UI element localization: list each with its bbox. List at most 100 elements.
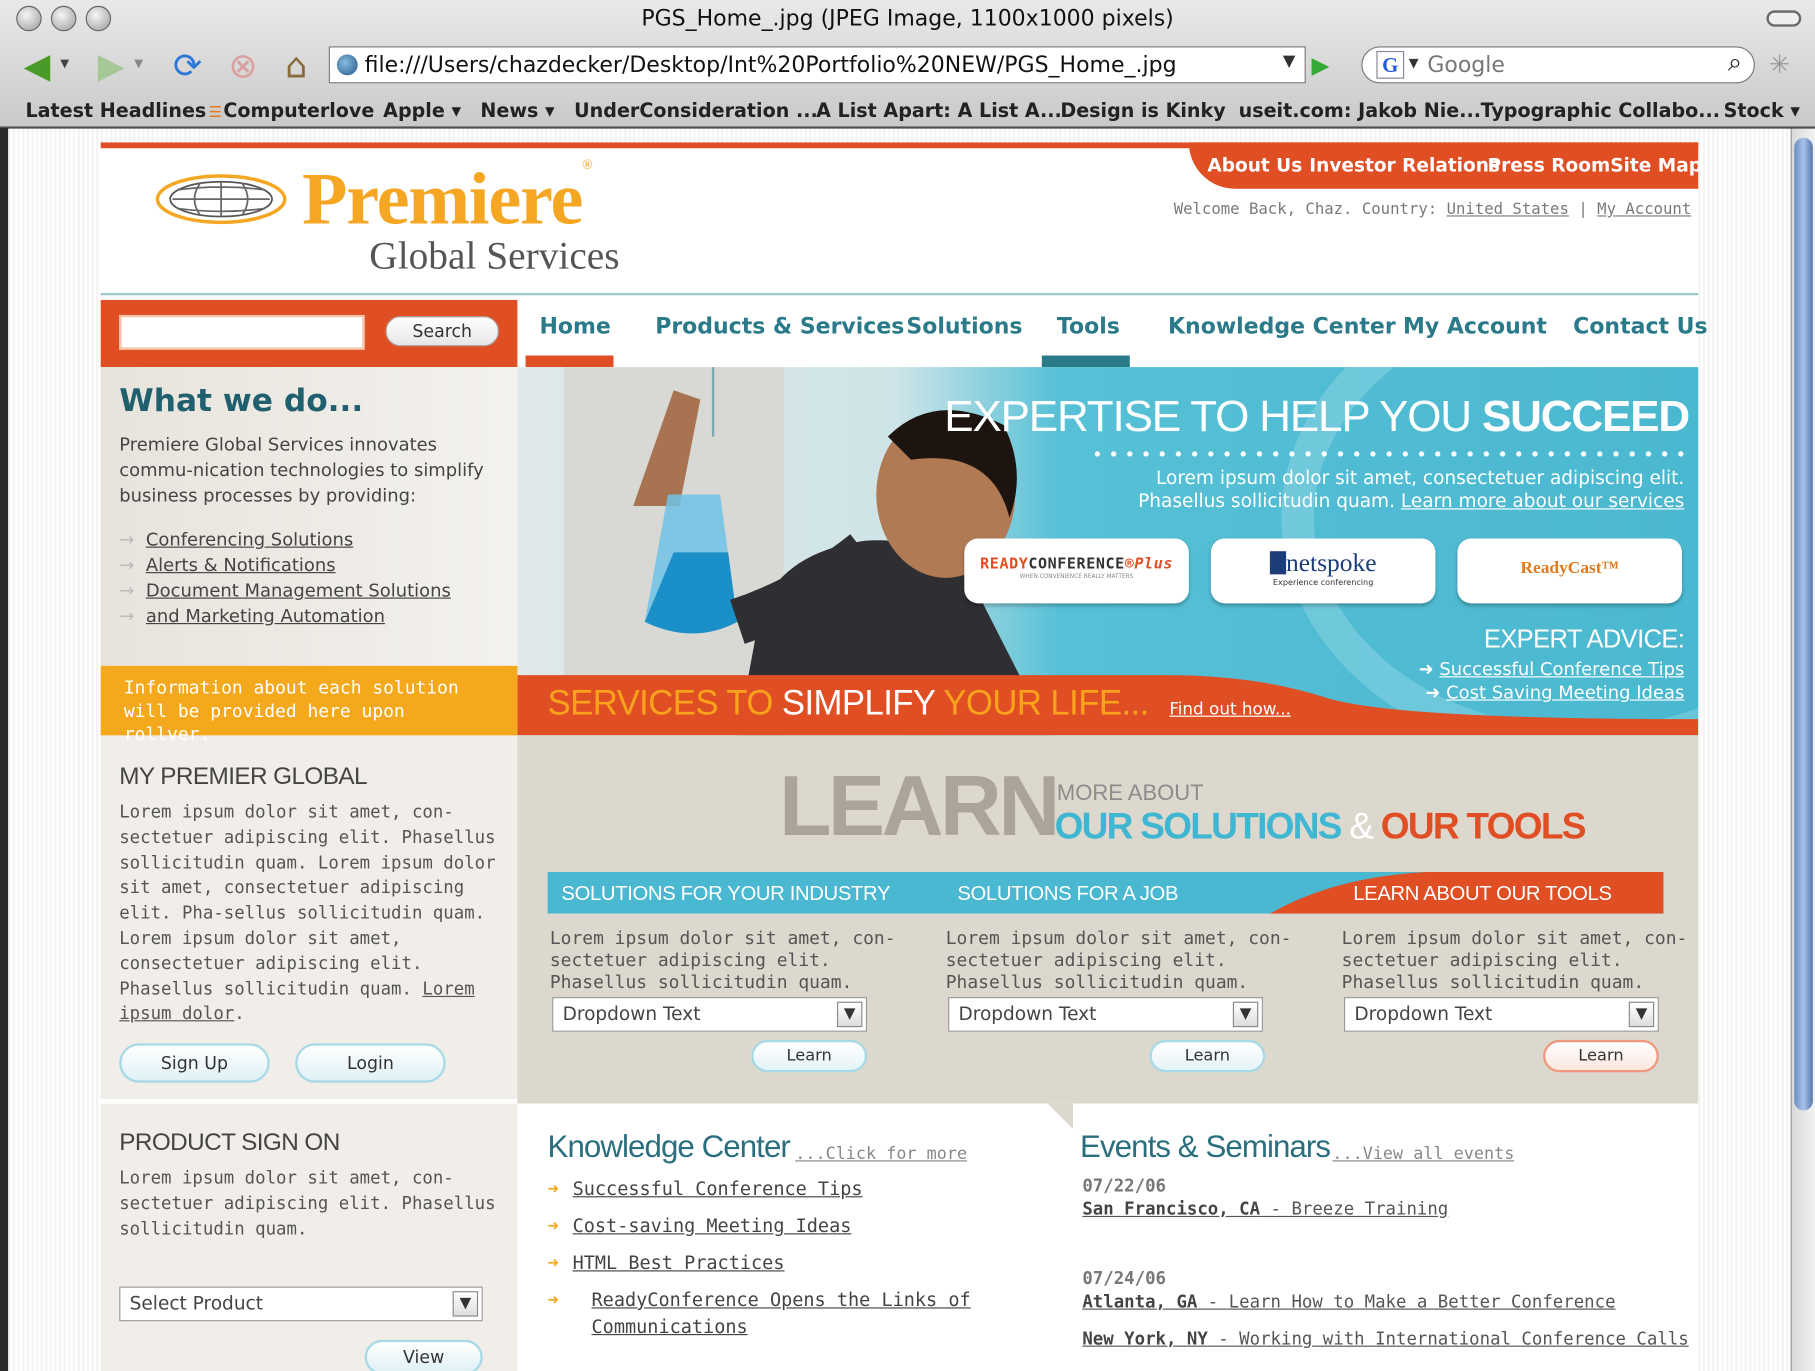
- bookmark-item[interactable]: Latest Headlines ☰: [25, 100, 222, 122]
- job-dropdown[interactable]: Dropdown Text ▼: [948, 997, 1263, 1032]
- tools-dropdown[interactable]: Dropdown Text ▼: [1343, 997, 1659, 1032]
- engine-chevron-icon[interactable]: ▼: [1409, 56, 1419, 71]
- kc-article-link[interactable]: ➜ Cost-saving Meeting Ideas: [548, 1212, 852, 1239]
- what-we-do-panel: What we do... Premiere Global Services i…: [100, 367, 518, 666]
- util-link-about[interactable]: About Us: [1207, 154, 1302, 176]
- readycast-logo: ReadyCast™: [1520, 559, 1619, 578]
- back-arrow-icon[interactable]: ◀: [14, 43, 60, 89]
- address-history-chevron-icon[interactable]: ▼: [1283, 52, 1295, 71]
- nav-contact[interactable]: Contact Us: [1573, 314, 1707, 339]
- bookmark-item[interactable]: useit.com: Jakob Nie...: [1239, 100, 1481, 122]
- brand-readyconference[interactable]: READYCONFERENCE®Plus WHEN CONVENIENCE RE…: [964, 538, 1189, 604]
- hero-learn-more-link[interactable]: Learn more about our services: [1401, 490, 1684, 512]
- expert-advice-title: EXPERT ADVICE:: [1483, 624, 1685, 654]
- hero-banner: EXPERTISE TO HELP YOU SUCCEED Lorem ipsu…: [517, 367, 1699, 736]
- reload-icon[interactable]: ⟳: [164, 43, 210, 89]
- my-premier-title: MY PREMIER GLOBAL: [119, 763, 367, 790]
- home-icon[interactable]: ⌂: [273, 43, 319, 89]
- hero-headline: EXPERTISE TO HELP YOU SUCCEED: [944, 392, 1690, 442]
- product-sign-on-title: PRODUCT SIGN ON: [119, 1129, 340, 1156]
- util-link-press[interactable]: Press Room: [1488, 154, 1611, 176]
- bookmark-item[interactable]: Computerlove: [223, 100, 374, 122]
- solution-link[interactable]: → Document Management Solutions: [119, 580, 451, 601]
- event-link[interactable]: New York, NY - Working with Internationa…: [1082, 1328, 1688, 1349]
- nav-solutions[interactable]: Solutions: [906, 314, 1022, 339]
- nav-products[interactable]: Products & Services: [655, 314, 904, 339]
- nav-my-account[interactable]: My Account: [1403, 314, 1547, 339]
- forward-history-chevron-icon[interactable]: ▼: [134, 58, 143, 71]
- bookmark-item[interactable]: Typographic Collabo...: [1481, 100, 1720, 122]
- solution-link[interactable]: → Conferencing Solutions: [119, 529, 353, 550]
- learn-tools-button[interactable]: Learn: [1543, 1039, 1659, 1073]
- scrollbar-thumb[interactable]: [1794, 137, 1813, 1111]
- search-area: Search: [100, 299, 518, 368]
- kc-article-link[interactable]: ➜ ReadyConference Opens the Links of Comm…: [548, 1287, 988, 1340]
- vertical-scrollbar[interactable]: [1790, 128, 1815, 1371]
- window-title: PGS_Home_.jpg (JPEG Image, 1100x1000 pix…: [641, 5, 1174, 32]
- product-select[interactable]: Select Product ▼: [119, 1286, 483, 1322]
- site-search-input[interactable]: [119, 314, 365, 350]
- event-link[interactable]: Atlanta, GA - Learn How to Make a Better…: [1082, 1291, 1615, 1312]
- kc-article-link[interactable]: ➜ HTML Best Practices: [548, 1249, 785, 1276]
- arrow-right-icon: ➜: [547, 1251, 559, 1274]
- industry-dropdown[interactable]: Dropdown Text ▼: [552, 997, 868, 1032]
- solution-link[interactable]: → and Marketing Automation: [119, 606, 385, 627]
- bookmark-item[interactable]: Stock ▾: [1724, 100, 1800, 122]
- find-out-how-link[interactable]: Find out how...: [1169, 701, 1291, 720]
- learn-heading: LEARN: [779, 757, 1060, 854]
- brand-netspoke[interactable]: netspoke Experience conferencing: [1210, 538, 1436, 604]
- bookmark-item[interactable]: News ▾: [480, 100, 554, 122]
- address-bar[interactable]: file:///Users/chazdecker/Desktop/Int%20P…: [328, 46, 1306, 84]
- nav-knowledge-center[interactable]: Knowledge Center: [1168, 314, 1396, 339]
- go-arrow-icon[interactable]: ▶: [1312, 51, 1330, 79]
- what-we-do-description: Premiere Global Services innovates commu…: [119, 434, 484, 507]
- readyconference-logo: READYCONFERENCE®Plus: [980, 555, 1173, 574]
- view-button[interactable]: View: [364, 1339, 483, 1371]
- kc-article-link[interactable]: ➜ Successful Conference Tips: [548, 1175, 863, 1202]
- events-view-all-link[interactable]: ...View all events: [1332, 1145, 1514, 1164]
- welcome-line: Welcome Back, Chaz. Country: United Stat…: [1174, 200, 1692, 219]
- rollover-info-text: Information about each solution will be …: [123, 677, 459, 745]
- chevron-down-icon: ▼: [1232, 1001, 1259, 1028]
- browser-chrome: PGS_Home_.jpg (JPEG Image, 1100x1000 pix…: [0, 0, 1815, 128]
- what-we-do-title: What we do...: [119, 383, 364, 420]
- learn-job-button[interactable]: Learn: [1149, 1039, 1266, 1073]
- hero-dotted-rule: [1089, 450, 1687, 458]
- website: About Us Investor Relations Press Room S…: [100, 142, 1708, 1371]
- arrow-right-icon: →: [119, 605, 135, 627]
- learn-subheading: OUR SOLUTIONS & OUR TOOLS: [1054, 804, 1587, 847]
- bookmark-item[interactable]: UnderConsideration ...: [574, 100, 818, 122]
- brand-readycast[interactable]: ReadyCast™: [1457, 538, 1682, 604]
- separator: |: [1578, 200, 1588, 219]
- learn-col-heading: LEARN ABOUT OUR TOOLS: [1353, 881, 1612, 905]
- util-link-investor[interactable]: Investor Relations: [1309, 154, 1500, 176]
- learn-col-text: Lorem ipsum dolor sit amet, con-sectetue…: [945, 927, 1292, 993]
- sign-up-button[interactable]: Sign Up: [119, 1043, 270, 1083]
- events-title: Events & Seminars: [1080, 1129, 1331, 1164]
- google-engine-icon[interactable]: G: [1376, 50, 1405, 79]
- header-divider: [100, 292, 1699, 296]
- knowledge-center-more-link[interactable]: ...Click for more: [795, 1145, 967, 1164]
- nav-home[interactable]: Home: [539, 314, 610, 339]
- magnifier-icon[interactable]: ⌕: [1728, 49, 1742, 78]
- logo-wordmark[interactable]: Premiere®: [302, 156, 593, 242]
- search-button[interactable]: Search: [385, 316, 499, 347]
- login-button[interactable]: Login: [295, 1043, 446, 1083]
- event-link[interactable]: San Francisco, CA - Breeze Training: [1082, 1199, 1448, 1220]
- my-premier-text: Lorem ipsum dolor sit amet, con-sectetue…: [119, 801, 496, 1025]
- forward-arrow-icon[interactable]: ▶: [88, 43, 134, 89]
- bookmark-item[interactable]: A List Apart: A List A...: [816, 100, 1062, 122]
- solution-link[interactable]: → Alerts & Notifications: [119, 555, 335, 576]
- back-history-chevron-icon[interactable]: ▼: [60, 58, 69, 71]
- learn-industry-button[interactable]: Learn: [751, 1039, 868, 1073]
- nav-tools[interactable]: Tools: [1057, 314, 1120, 339]
- toolbar-toggle-button[interactable]: [1766, 10, 1802, 27]
- bookmark-item[interactable]: Design is Kinky: [1060, 100, 1225, 122]
- stop-icon[interactable]: ⊗: [220, 43, 266, 89]
- country-link[interactable]: United States: [1447, 200, 1569, 219]
- browser-search-field[interactable]: G ▼ Google ⌕: [1361, 46, 1755, 84]
- bookmark-item[interactable]: Apple ▾: [383, 100, 461, 122]
- util-link-sitemap[interactable]: Site Map: [1610, 154, 1702, 176]
- my-account-link[interactable]: My Account: [1597, 200, 1691, 219]
- site-globe-icon: [336, 54, 358, 76]
